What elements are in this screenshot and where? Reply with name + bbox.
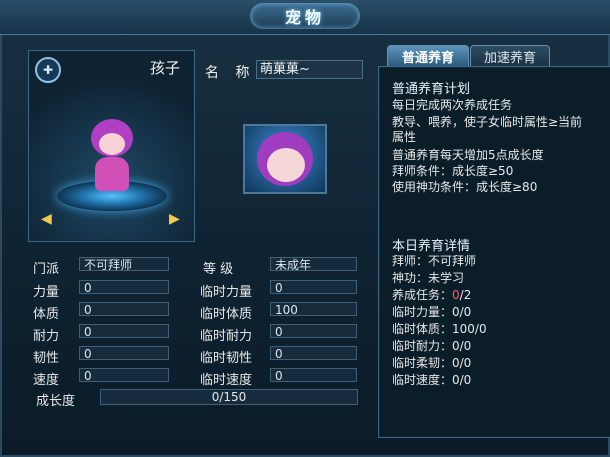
temp-physique-label: 临时体质 xyxy=(200,307,253,322)
temp-speed-value: 0 xyxy=(270,368,357,383)
toughness-label: 韧性 xyxy=(33,351,60,366)
plan-line-6: 使用神功条件：成长度≥80 xyxy=(392,180,538,194)
temp-physique-value: 100 xyxy=(270,302,357,317)
plan-title: 普通养育计划 xyxy=(392,82,471,97)
details-temp-endurance: 临时耐力：0/0 xyxy=(392,339,472,353)
temp-speed-label: 临时速度 xyxy=(200,373,253,388)
shield-icon[interactable]: ✚ xyxy=(35,57,61,83)
speed-label: 速度 xyxy=(33,373,60,388)
rotate-left-icon[interactable]: ◀ xyxy=(41,211,52,227)
portrait-face xyxy=(267,148,305,182)
physique-value: 0 xyxy=(79,302,169,317)
pet-model-body xyxy=(95,157,129,191)
window-title: 宠物 xyxy=(250,3,360,29)
temp-toughness-label: 临时韧性 xyxy=(200,351,253,366)
endurance-label: 耐力 xyxy=(33,329,60,344)
details-temp-physique: 临时体质：100/0 xyxy=(392,322,487,336)
growth-label: 成长度 xyxy=(36,394,76,409)
pet-model-panel: ✚ 孩子 ◀ ▶ xyxy=(28,50,195,242)
pet-name-field[interactable]: 萌菓菓~ xyxy=(256,60,363,79)
pet-type-label: 孩子 xyxy=(149,59,180,77)
sect-label: 门派 xyxy=(33,262,60,277)
growth-value: 0/150 xyxy=(211,390,247,404)
pet-model-face xyxy=(99,133,125,155)
temp-strength-label: 临时力量 xyxy=(200,285,253,300)
details-skill: 神功：未学习 xyxy=(392,271,465,285)
sect-value: 不可拜师 xyxy=(79,257,169,272)
endurance-value: 0 xyxy=(79,324,169,339)
temp-strength-value: 0 xyxy=(270,280,357,295)
strength-label: 力量 xyxy=(33,285,60,300)
strength-value: 0 xyxy=(79,280,169,295)
tab-accelerated-nurture[interactable]: 加速养育 xyxy=(470,45,550,67)
plan-line-4: 普通养育每天增加5点成长度 xyxy=(392,148,544,162)
details-temp-speed: 临时速度：0/0 xyxy=(392,373,472,387)
plan-line-2: 教导、喂养，使子女临时属性≥当前 xyxy=(392,115,583,129)
details-task: 养成任务：0/2 xyxy=(392,286,471,303)
growth-progress-bar: 0/150 xyxy=(100,389,358,405)
temp-endurance-value: 0 xyxy=(270,324,357,339)
level-value: 未成年 xyxy=(270,257,357,272)
plan-line-5: 拜师条件：成长度≥50 xyxy=(392,164,514,178)
speed-value: 0 xyxy=(79,368,169,383)
details-temp-agility: 临时柔韧：0/0 xyxy=(392,356,472,370)
toughness-value: 0 xyxy=(79,346,169,361)
name-label: 名 称 xyxy=(205,65,256,81)
task-prefix: 养成任务： xyxy=(392,288,453,302)
plan-line-1: 每日完成两次养成任务 xyxy=(392,98,513,112)
plan-line-3: 属性 xyxy=(392,130,417,144)
temp-toughness-value: 0 xyxy=(270,346,357,361)
physique-label: 体质 xyxy=(33,307,60,322)
details-master: 拜师：不可拜师 xyxy=(392,254,477,268)
task-total: /2 xyxy=(459,288,472,302)
pet-portrait xyxy=(243,124,327,194)
rotate-right-icon[interactable]: ▶ xyxy=(169,211,180,227)
level-label: 等 级 xyxy=(203,262,234,277)
tab-normal-nurture[interactable]: 普通养育 xyxy=(387,45,469,67)
temp-endurance-label: 临时耐力 xyxy=(200,329,253,344)
task-done: 0 xyxy=(452,288,460,302)
title-bar: 宠物 xyxy=(0,0,610,35)
details-temp-strength: 临时力量：0/0 xyxy=(392,305,472,319)
